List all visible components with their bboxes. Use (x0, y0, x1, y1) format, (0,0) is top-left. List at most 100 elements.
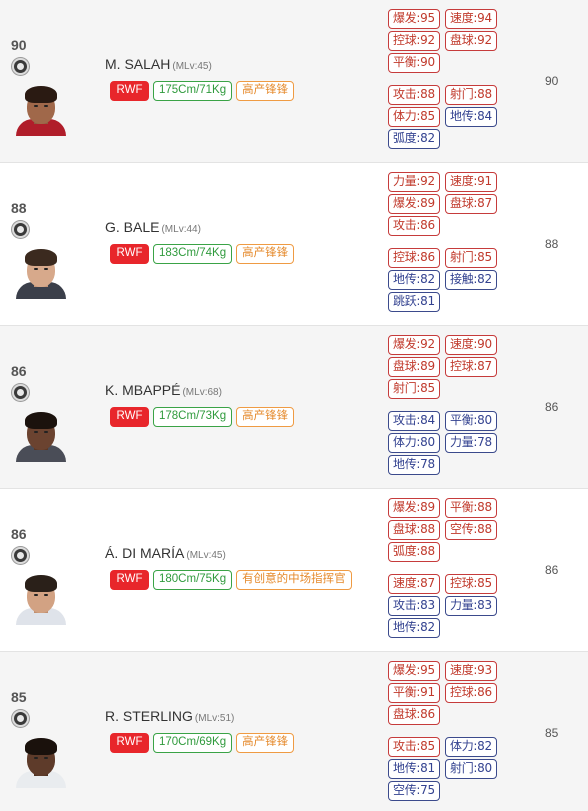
stat-row: 地传:82 (388, 618, 497, 640)
player-name[interactable]: K. MBAPPÉ (105, 382, 180, 398)
stat-badge: 地传:82 (388, 270, 440, 290)
stat-badge: 盘球:89 (388, 357, 440, 377)
stat-badge: 速度:93 (445, 661, 497, 681)
stat-badge: 爆发:95 (388, 9, 440, 29)
avatar-hair (25, 575, 57, 592)
stat-row: 平衡:90 (388, 53, 497, 75)
player-tags: RWF 170Cm/69Kg 高产锋锋 (110, 733, 295, 753)
position-badge: RWF (110, 733, 149, 753)
stat-group-divider (388, 238, 497, 248)
avatar-eye (44, 757, 48, 759)
stat-badge: 控球:87 (445, 357, 497, 377)
position-badge: RWF (110, 244, 149, 264)
playing-style-tag: 高产锋锋 (236, 81, 295, 101)
stat-row: 攻击:88 射门:88 (388, 85, 497, 107)
stat-badge: 体力:82 (445, 737, 497, 757)
height-weight-tag: 180Cm/75Kg (153, 570, 233, 590)
player-row[interactable]: 90 M. SALAH (MLv:45) RWF 175Cm/71Kg 高产锋锋 爆发:95… (0, 0, 588, 163)
player-name-line[interactable]: G. BALE (MLv:44) (105, 219, 201, 237)
stat-badge: 地传:84 (445, 107, 497, 127)
height-weight-tag: 175Cm/71Kg (153, 81, 233, 101)
player-name[interactable]: R. STERLING (105, 708, 193, 724)
stat-badge: 体力:85 (388, 107, 440, 127)
player-max-level: (MLv:44) (161, 224, 201, 235)
player-name[interactable]: M. SALAH (105, 56, 170, 72)
player-name-line[interactable]: R. STERLING (MLv:51) (105, 708, 234, 726)
stat-badge: 攻击:85 (388, 737, 440, 757)
stat-badge: 弧度:82 (388, 129, 440, 149)
avatar-eye (44, 105, 48, 107)
stat-badge: 射门:88 (445, 85, 497, 105)
player-row[interactable]: 86 Á. DI MARÍA (MLv:45) RWF 180Cm/75Kg 有创意的中场… (0, 489, 588, 652)
player-rating: 86 (11, 526, 27, 542)
stat-badge: 控球:86 (445, 683, 497, 703)
stat-badge: 地传:78 (388, 455, 440, 475)
player-tags: RWF 180Cm/75Kg 有创意的中场指挥官 (110, 570, 352, 590)
player-name-line[interactable]: Á. DI MARÍA (MLv:45) (105, 545, 226, 563)
player-name[interactable]: G. BALE (105, 219, 159, 235)
player-row[interactable]: 88 G. BALE (MLv:44) RWF 183Cm/74Kg 高产锋锋 力量:92 速… (0, 163, 588, 326)
avatar-hair (25, 738, 57, 755)
stat-badge: 爆发:95 (388, 661, 440, 681)
stat-badge: 盘球:92 (445, 31, 497, 51)
player-stats: 爆发:95 速度:94 控球:92 盘球:92 平衡:90 攻击:88 射门:88 体力:85… (388, 9, 497, 151)
stat-row: 控球:92 盘球:92 (388, 31, 497, 53)
playing-style-tag: 高产锋锋 (236, 407, 295, 427)
stat-badge: 盘球:87 (445, 194, 497, 214)
player-stats: 爆发:92 速度:90 盘球:89 控球:87 射门:85 攻击:84 平衡:80 体力:80… (388, 335, 497, 477)
position-badge: RWF (110, 407, 149, 427)
player-name-line[interactable]: M. SALAH (MLv:45) (105, 56, 212, 74)
avatar-eye (44, 594, 48, 596)
playing-style-tag: 高产锋锋 (236, 244, 295, 264)
stat-badge: 空传:75 (388, 781, 440, 801)
player-row[interactable]: 86 K. MBAPPÉ (MLv:68) RWF 178Cm/73Kg 高产锋锋 爆发:9… (0, 326, 588, 489)
player-name[interactable]: Á. DI MARÍA (105, 545, 184, 561)
stat-row: 盘球:88 空传:88 (388, 520, 497, 542)
stat-badge: 力量:83 (445, 596, 497, 616)
stat-badge: 空传:88 (445, 520, 497, 540)
player-avatar (13, 80, 69, 136)
avatar-eye (34, 594, 38, 596)
player-name-line[interactable]: K. MBAPPÉ (MLv:68) (105, 382, 222, 400)
card-type-icon (12, 710, 29, 727)
player-rating: 88 (11, 200, 27, 216)
player-max-level: (MLv:68) (182, 387, 222, 398)
stat-badge: 速度:91 (445, 172, 497, 192)
stat-badge: 接触:82 (445, 270, 497, 290)
avatar-eye (34, 757, 38, 759)
height-weight-tag: 178Cm/73Kg (153, 407, 233, 427)
stat-row: 攻击:84 平衡:80 (388, 411, 497, 433)
stat-badge: 射门:85 (388, 379, 440, 399)
stat-badge: 盘球:86 (388, 705, 440, 725)
stat-badge: 弧度:88 (388, 542, 440, 562)
stat-badge: 地传:81 (388, 759, 440, 779)
avatar-eye (34, 105, 38, 107)
stat-badge: 平衡:88 (445, 498, 497, 518)
stat-badge: 爆发:92 (388, 335, 440, 355)
stat-row: 力量:92 速度:91 (388, 172, 497, 194)
stat-badge: 爆发:89 (388, 194, 440, 214)
player-rating: 85 (11, 689, 27, 705)
card-type-icon (12, 547, 29, 564)
avatar-hair (25, 412, 57, 429)
avatar-hair (25, 249, 57, 266)
stat-badge: 爆发:89 (388, 498, 440, 518)
overall-rating: 90 (545, 74, 559, 88)
stat-row: 空传:75 (388, 781, 497, 803)
stat-row: 射门:85 (388, 379, 497, 401)
stat-row: 爆发:89 盘球:87 (388, 194, 497, 216)
stat-row: 体力:80 力量:78 (388, 433, 497, 455)
player-avatar (13, 569, 69, 625)
card-type-icon (12, 221, 29, 238)
stat-group-divider (388, 401, 497, 411)
stat-row: 控球:86 射门:85 (388, 248, 497, 270)
stat-row: 弧度:82 (388, 129, 497, 151)
stat-badge: 速度:87 (388, 574, 440, 594)
stat-badge: 平衡:90 (388, 53, 440, 73)
stat-badge: 平衡:80 (445, 411, 497, 431)
stat-badge: 攻击:84 (388, 411, 440, 431)
stat-row: 速度:87 控球:85 (388, 574, 497, 596)
player-row[interactable]: 85 R. STERLING (MLv:51) RWF 170Cm/69Kg 高产锋锋 爆发… (0, 652, 588, 811)
overall-rating: 85 (545, 726, 559, 740)
player-max-level: (MLv:51) (194, 713, 235, 724)
